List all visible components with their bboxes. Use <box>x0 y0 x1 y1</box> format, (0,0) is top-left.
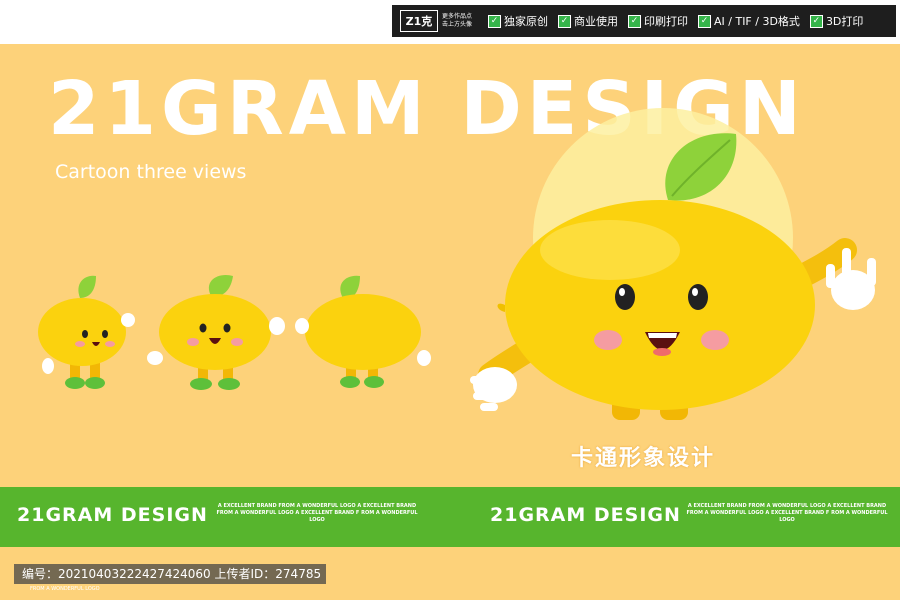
lemon-mascot-view-front <box>147 274 285 390</box>
image-id-label: 编号：20210403222427424060 上传者ID：274785 <box>14 564 326 584</box>
slogan-text: 卡通形象设计 <box>571 446 716 471</box>
cheek-left <box>594 330 622 350</box>
lemon-mascot-view-left <box>38 275 135 389</box>
brand-right: 21GRAM DESIGN <box>490 504 681 526</box>
tagline-left: A EXCELLENT BRAND FROM A WONDERFUL LOGO … <box>216 503 418 523</box>
glove-left-icon <box>470 367 517 411</box>
footer-tiny-text: FROM A WONDERFUL LOGO <box>30 586 100 592</box>
eye-right <box>688 284 708 310</box>
cheek-right <box>701 330 729 350</box>
poster-canvas: Z1克 更多作品点击上方头像 ✓ 独家原创 ✓ 商业使用 ✓ 印刷打印 ✓ AI / T… <box>0 0 900 600</box>
lemon-mascot-view-back <box>295 275 431 388</box>
eye-left <box>615 284 635 310</box>
bottom-brand-bar: 21GRAM DESIGN A EXCELLENT BRAND FROM A W… <box>0 487 900 547</box>
brand-left: 21GRAM DESIGN <box>17 504 208 526</box>
tagline-right: A EXCELLENT BRAND FROM A WONDERFUL LOGO … <box>686 503 888 523</box>
